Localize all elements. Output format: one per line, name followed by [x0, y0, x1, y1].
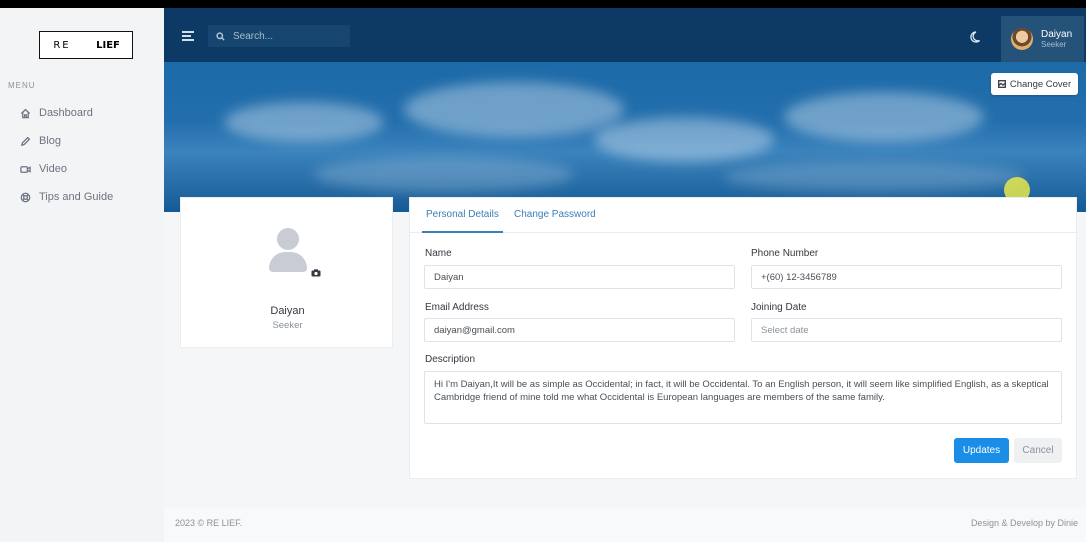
footer: 2023 © RE LIEF. Design & Develop by Dini… [164, 508, 1086, 542]
top-strip [0, 0, 1086, 8]
profile-role: Seeker [272, 320, 303, 331]
top-header: Daiyan Seeker [164, 8, 1086, 62]
description-textarea[interactable]: Hi I'm Daiyan,It will be as simple as Oc… [424, 371, 1062, 424]
sidebar-item-label: Video [39, 163, 67, 175]
phone-input[interactable] [751, 265, 1062, 289]
description-label: Description [425, 354, 476, 365]
menu-title: MENU [8, 81, 36, 90]
email-input[interactable] [424, 318, 735, 342]
search-input[interactable] [231, 29, 335, 43]
lifebuoy-icon [20, 192, 31, 202]
user-name: Daiyan [1041, 29, 1073, 40]
avatar [1011, 28, 1033, 50]
home-icon [20, 108, 31, 118]
tab-personal-details[interactable]: Personal Details [422, 209, 503, 233]
image-icon [997, 80, 1006, 88]
sidebar-item-label: Blog [39, 135, 62, 147]
change-cover-label: Change Cover [1009, 78, 1072, 90]
logo[interactable]: RE LIEF [39, 31, 133, 59]
sidebar-item-dashboard[interactable]: Dashboard [20, 107, 93, 119]
profile-name: Daiyan [270, 305, 305, 317]
video-icon [20, 165, 31, 173]
sidebar-item-video[interactable]: Video [20, 163, 67, 175]
email-label: Email Address [425, 302, 489, 313]
name-label: Name [425, 248, 452, 259]
sidebar-item-blog[interactable]: Blog [20, 135, 61, 147]
cancel-button[interactable]: Cancel [1014, 438, 1062, 463]
tab-change-password[interactable]: Change Password [514, 209, 596, 220]
phone-label: Phone Number [751, 248, 819, 259]
update-button[interactable]: Updates [954, 438, 1009, 463]
menu-toggle-icon[interactable] [182, 31, 194, 41]
joining-date-label: Joining Date [751, 302, 807, 313]
footer-credit: Design & Develop by Dinie [970, 518, 1078, 528]
sidebar: RE LIEF MENU Dashboard Blog Video Tips a… [0, 8, 164, 542]
sidebar-item-label: Tips and Guide [39, 191, 114, 203]
tabs: Personal Details Change Password [410, 198, 1078, 233]
logo-part-2: LIEF [96, 39, 120, 51]
name-input[interactable] [424, 265, 735, 289]
user-role: Seeker [1041, 40, 1067, 49]
cover-image [164, 62, 1086, 212]
search-box[interactable] [208, 25, 350, 47]
change-cover-button[interactable]: Change Cover [991, 73, 1078, 95]
moon-icon[interactable] [970, 30, 984, 44]
user-menu[interactable]: Daiyan Seeker [1001, 16, 1084, 62]
pencil-icon [20, 136, 31, 146]
sidebar-item-label: Dashboard [39, 107, 93, 119]
search-icon [216, 31, 225, 41]
camera-icon[interactable] [311, 269, 321, 277]
joining-date-input[interactable] [751, 318, 1062, 342]
profile-card: Daiyan Seeker [180, 197, 393, 348]
logo-part-1: RE [53, 39, 71, 51]
footer-copyright: 2023 © RE LIEF. [175, 518, 243, 528]
sidebar-item-tips-and-guide[interactable]: Tips and Guide [20, 191, 113, 203]
